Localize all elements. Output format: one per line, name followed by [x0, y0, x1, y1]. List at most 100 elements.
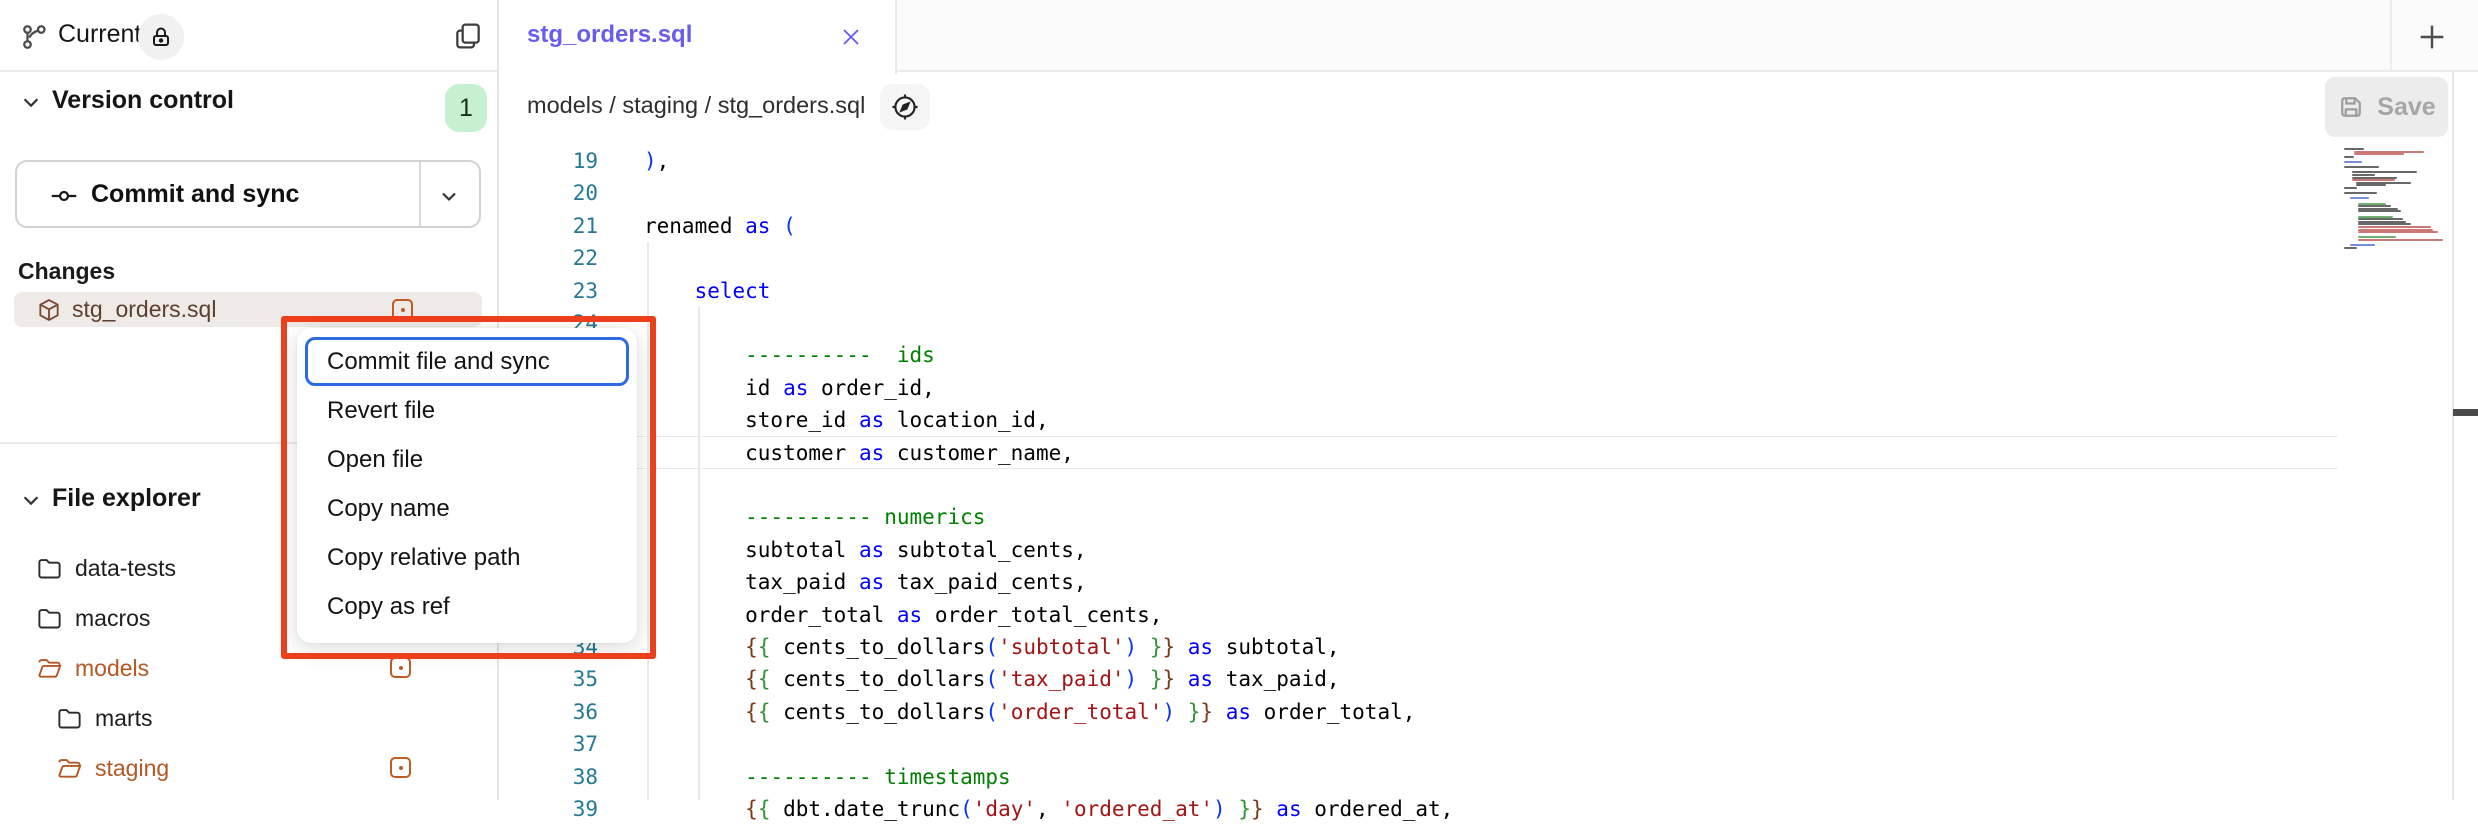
panel-divider	[2452, 72, 2454, 800]
menu-item-copy-name[interactable]: Copy name	[297, 484, 637, 533]
code-text: ---------- numerics	[644, 501, 985, 534]
minimap-line	[2352, 174, 2375, 176]
minimap-line	[2344, 247, 2357, 249]
tab-stg-orders[interactable]: stg_orders.sql	[499, 0, 897, 74]
save-button[interactable]: Save	[2325, 77, 2448, 137]
code-line-27: 27 store_id as location_id,	[499, 404, 2338, 437]
code-line-32: 32 tax_paid as tax_paid_cents,	[499, 566, 2338, 599]
minimap-line	[2350, 244, 2375, 246]
changes-count-badge: 1	[445, 84, 487, 132]
code-text: subtotal as subtotal_cents,	[644, 534, 1087, 567]
folder-open-icon	[56, 755, 83, 782]
code-line-35: 35 {{ cents_to_dollars('tax_paid') }} as…	[499, 663, 2338, 696]
code-line-28: 28 customer as customer_name,	[499, 437, 2338, 470]
line-number: 38	[499, 761, 598, 794]
folder-icon	[36, 555, 63, 582]
modified-folder-badge	[390, 757, 411, 778]
git-commit-icon	[49, 182, 79, 210]
menu-item-open-file[interactable]: Open file	[297, 435, 637, 484]
close-tab-icon[interactable]	[839, 25, 863, 49]
minimap-line	[2358, 218, 2403, 220]
menu-item-copy-as-ref[interactable]: Copy as ref	[297, 582, 637, 631]
line-number: 21	[499, 210, 598, 243]
menu-item-copy-relative-path[interactable]: Copy relative path	[297, 533, 637, 582]
line-number: 37	[499, 728, 598, 761]
minimap[interactable]	[2338, 142, 2452, 800]
code-line-34: 34 {{ cents_to_dollars('subtotal') }} as…	[499, 631, 2338, 664]
changes-section-title: Changes	[18, 258, 115, 285]
chevron-down-icon[interactable]	[437, 184, 461, 208]
panel-resize-handle[interactable]	[2453, 409, 2478, 416]
minimap-line	[2352, 179, 2395, 181]
version-control-title[interactable]: Version control	[52, 86, 234, 115]
code-line-33: 33 order_total as order_total_cents,	[499, 599, 2338, 632]
sidebar-item-data-tests[interactable]: data-tests	[36, 548, 176, 588]
menu-item-commit-file-and-sync[interactable]: Commit file and sync	[305, 337, 629, 386]
code-editor[interactable]: 19),2021renamed as (2223 select2425 ----…	[499, 142, 2478, 800]
context-menu: Commit file and syncRevert fileOpen file…	[297, 328, 637, 643]
minimap-line	[2358, 231, 2438, 233]
code-text: {{ dbt.date_trunc('day', 'ordered_at') }…	[644, 793, 1453, 826]
folder-name: staging	[95, 755, 169, 782]
code-line-23: 23 select	[499, 275, 2338, 308]
editor-header: models / staging / stg_orders.sql Save	[499, 72, 2478, 142]
code-text: id as order_id,	[644, 372, 935, 405]
code-line-21: 21 renamed as (	[499, 210, 2338, 243]
code-line-25: 25 ---------- ids	[499, 339, 2338, 372]
sidebar-item-marts[interactable]: marts	[56, 698, 153, 738]
lock-icon	[149, 25, 173, 49]
code-text: ---------- timestamps	[644, 761, 1011, 794]
code-text: order_total as order_total_cents,	[644, 599, 1162, 632]
split-button-divider	[419, 162, 421, 226]
code-line-30: 30 ---------- numerics	[499, 501, 2338, 534]
minimap-line	[2344, 161, 2362, 163]
code-text: renamed as (	[644, 210, 796, 243]
save-icon	[2337, 93, 2365, 121]
sidebar-item-macros[interactable]: macros	[36, 598, 150, 638]
line-number: 36	[499, 696, 598, 729]
line-number: 19	[499, 145, 598, 178]
minimap-line	[2356, 184, 2386, 186]
commit-button-label: Commit and sync	[91, 180, 299, 209]
changed-file-row[interactable]: stg_orders.sql	[14, 292, 482, 327]
sidebar-item-models[interactable]: models	[36, 648, 149, 688]
commit-and-sync-button[interactable]: Commit and sync	[15, 160, 481, 228]
copy-branch-icon[interactable]	[452, 20, 484, 52]
branch-bar: Current	[0, 0, 497, 72]
code-text: select	[644, 275, 770, 308]
code-line-37: 37	[499, 728, 2338, 761]
chevron-down-icon[interactable]	[20, 91, 42, 113]
line-number: 20	[499, 177, 598, 210]
minimap-line	[2350, 197, 2369, 199]
branch-name[interactable]: Current	[58, 20, 141, 49]
code-line-39: 39 {{ dbt.date_trunc('day', 'ordered_at'…	[499, 793, 2338, 826]
breadcrumb[interactable]: models / staging / stg_orders.sql	[527, 92, 865, 119]
chevron-down-icon[interactable]	[20, 489, 42, 511]
lineage-button[interactable]	[880, 84, 930, 130]
menu-item-revert-file[interactable]: Revert file	[297, 386, 637, 435]
line-number: 39	[499, 793, 598, 826]
code-line-36: 36 {{ cents_to_dollars('order_total') }}…	[499, 696, 2338, 729]
folder-name: marts	[95, 705, 153, 732]
minimap-line	[2358, 226, 2431, 228]
folder-name: models	[75, 655, 149, 682]
code-text: {{ cents_to_dollars('order_total') }} as…	[644, 696, 1415, 729]
sidebar-item-staging[interactable]: staging	[56, 748, 169, 788]
code-line-19: 19),	[499, 145, 2338, 178]
line-number: 23	[499, 275, 598, 308]
modified-folder-badge	[390, 657, 411, 678]
minimap-line	[2344, 148, 2364, 150]
code-text: tax_paid as tax_paid_cents,	[644, 566, 1087, 599]
new-tab-button[interactable]	[2415, 20, 2451, 56]
changed-file-name: stg_orders.sql	[72, 296, 216, 323]
folder-open-icon	[36, 655, 63, 682]
code-text: store_id as location_id,	[644, 404, 1049, 437]
code-text: {{ cents_to_dollars('subtotal') }} as su…	[644, 631, 1340, 664]
compass-icon	[889, 91, 921, 123]
plus-icon	[2415, 20, 2449, 54]
tab-label: stg_orders.sql	[527, 21, 692, 49]
file-explorer-title[interactable]: File explorer	[52, 484, 201, 513]
code-line-26: 26 id as order_id,	[499, 372, 2338, 405]
folder-icon	[56, 705, 83, 732]
model-cube-icon	[36, 297, 62, 323]
